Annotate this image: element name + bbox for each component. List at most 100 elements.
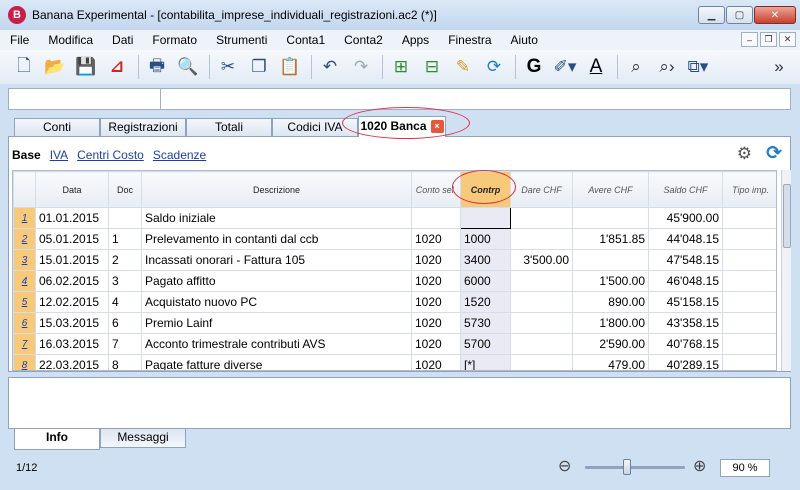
open-icon[interactable]: 📂 bbox=[41, 53, 69, 81]
menu-apps[interactable]: Apps bbox=[402, 33, 429, 47]
zoom-slider[interactable] bbox=[585, 459, 685, 475]
cell-contrp[interactable]: 3400 bbox=[460, 249, 511, 271]
mdi-close-button[interactable]: ✕ bbox=[779, 32, 796, 47]
column-header-avere[interactable]: Avere CHF bbox=[572, 171, 649, 208]
print-icon[interactable]: 🖶 bbox=[143, 53, 171, 81]
cell-contrp[interactable]: 5730 bbox=[460, 312, 511, 334]
table-row[interactable]: 5 12.02.2015 4 Acquistato nuovo PC 1020 … bbox=[13, 291, 776, 313]
subtab-scadenze[interactable]: Scadenze bbox=[153, 148, 206, 162]
cell-conto[interactable]: 1020 bbox=[411, 228, 461, 250]
cell-conto[interactable] bbox=[411, 207, 461, 229]
cell-contrp[interactable]: [*] bbox=[460, 354, 511, 370]
cell-saldo[interactable]: 46'048.15 bbox=[648, 270, 723, 292]
cell-date[interactable]: 15.03.2015 bbox=[35, 312, 109, 334]
cell-saldo[interactable]: 44'048.15 bbox=[648, 228, 723, 250]
toolbar-overflow-icon[interactable]: » bbox=[765, 53, 793, 81]
table-scrollbar[interactable] bbox=[781, 170, 791, 371]
cell-dare[interactable] bbox=[510, 207, 573, 229]
recheck-icon[interactable]: ⟳ bbox=[480, 53, 508, 81]
subtab-centri-costo[interactable]: Centri Costo bbox=[77, 148, 144, 162]
cell-date[interactable]: 01.01.2015 bbox=[35, 207, 109, 229]
add-row-icon[interactable]: ⊞ bbox=[387, 53, 415, 81]
highlight-icon[interactable]: ✐▾ bbox=[551, 53, 579, 81]
cell-contrp[interactable]: 1000 bbox=[460, 228, 511, 250]
cell-date[interactable]: 22.03.2015 bbox=[35, 354, 109, 370]
column-header-data[interactable]: Data bbox=[35, 171, 109, 208]
cell-dare[interactable] bbox=[510, 333, 573, 355]
subtab-base[interactable]: Base bbox=[12, 148, 41, 162]
row-number[interactable]: 1 bbox=[13, 207, 36, 229]
menu-aiuto[interactable]: Aiuto bbox=[511, 33, 538, 47]
maximize-button[interactable]: ▢ bbox=[726, 6, 753, 24]
cell-conto[interactable]: 1020 bbox=[411, 291, 461, 313]
refresh-icon[interactable]: ⟳ bbox=[766, 142, 782, 165]
redo-icon[interactable]: ↷ bbox=[347, 53, 375, 81]
cell-conto[interactable]: 1020 bbox=[411, 354, 461, 370]
table-row[interactable]: 1 01.01.2015 Saldo iniziale 45'900.00 bbox=[13, 207, 776, 229]
cell-contrp[interactable]: 6000 bbox=[460, 270, 511, 292]
cell-date[interactable]: 15.01.2015 bbox=[35, 249, 109, 271]
cell-dare[interactable]: 3'500.00 bbox=[510, 249, 573, 271]
table-row[interactable]: 4 06.02.2015 3 Pagato affitto 1020 6000 … bbox=[13, 270, 776, 292]
cell-doc[interactable]: 4 bbox=[108, 291, 142, 313]
column-header-saldo[interactable]: Saldo CHF bbox=[648, 171, 723, 208]
gear-icon[interactable]: ⚙ bbox=[737, 144, 752, 164]
preview-icon[interactable]: 🔍 bbox=[174, 53, 202, 81]
minimize-button[interactable]: ▁ bbox=[698, 6, 725, 24]
cell-doc[interactable]: 8 bbox=[108, 354, 142, 370]
row-number[interactable]: 4 bbox=[13, 270, 36, 292]
cell-conto[interactable]: 1020 bbox=[411, 333, 461, 355]
row-number[interactable]: 6 bbox=[13, 312, 36, 334]
cell-doc[interactable] bbox=[108, 207, 142, 229]
cell-tipo[interactable] bbox=[722, 228, 776, 250]
font-color-icon[interactable]: A bbox=[582, 53, 610, 81]
table-row[interactable]: 6 15.03.2015 6 Premio Lainf 1020 5730 1'… bbox=[13, 312, 776, 334]
zoom-slider-thumb[interactable] bbox=[623, 459, 631, 475]
cell-tipo[interactable] bbox=[722, 207, 776, 229]
cell-contrp[interactable]: 1520 bbox=[460, 291, 511, 313]
cell-date[interactable]: 06.02.2015 bbox=[35, 270, 109, 292]
pdf-icon[interactable]: ⊿ bbox=[103, 53, 131, 81]
zoom-in-icon[interactable]: ⊕ bbox=[693, 456, 706, 476]
cell-description[interactable]: Pagate fatture diverse bbox=[141, 354, 412, 370]
find-next-icon[interactable]: ⌕› bbox=[653, 53, 681, 81]
cell-conto[interactable]: 1020 bbox=[411, 270, 461, 292]
menu-dati[interactable]: Dati bbox=[112, 33, 133, 47]
menu-modifica[interactable]: Modifica bbox=[48, 33, 93, 47]
cell-avere[interactable] bbox=[572, 207, 649, 229]
table-row[interactable]: 8 22.03.2015 8 Pagate fatture diverse 10… bbox=[13, 354, 776, 370]
menu-finestra[interactable]: Finestra bbox=[448, 33, 491, 47]
cell-doc[interactable]: 6 bbox=[108, 312, 142, 334]
cell-avere[interactable]: 1'500.00 bbox=[572, 270, 649, 292]
cell-avere[interactable]: 1'851.85 bbox=[572, 228, 649, 250]
cell-saldo[interactable]: 45'158.15 bbox=[648, 291, 723, 313]
row-number[interactable]: 8 bbox=[13, 354, 36, 370]
menu-strumenti[interactable]: Strumenti bbox=[216, 33, 267, 47]
cell-date[interactable]: 12.02.2015 bbox=[35, 291, 109, 313]
cell-description[interactable]: Acquistato nuovo PC bbox=[141, 291, 412, 313]
close-window-button[interactable]: ✕ bbox=[754, 6, 796, 24]
row-number[interactable]: 5 bbox=[13, 291, 36, 313]
row-number[interactable]: 7 bbox=[13, 333, 36, 355]
bold-icon[interactable]: G bbox=[520, 53, 548, 81]
cell-doc[interactable]: 1 bbox=[108, 228, 142, 250]
cell-tipo[interactable] bbox=[722, 354, 776, 370]
copy-icon[interactable]: ❐ bbox=[245, 53, 273, 81]
cell-tipo[interactable] bbox=[722, 270, 776, 292]
table-row[interactable]: 3 15.01.2015 2 Incassati onorari - Fattu… bbox=[13, 249, 776, 271]
mdi-restore-button[interactable]: ❐ bbox=[760, 32, 777, 47]
cell-dare[interactable] bbox=[510, 270, 573, 292]
cell-dare[interactable] bbox=[510, 354, 573, 370]
menu-conta2[interactable]: Conta2 bbox=[344, 33, 383, 47]
zoom-out-icon[interactable]: ⊖ bbox=[558, 456, 571, 476]
save-icon[interactable]: 💾 bbox=[72, 53, 100, 81]
menu-conta1[interactable]: Conta1 bbox=[286, 33, 325, 47]
mdi-minimize-button[interactable]: – bbox=[741, 32, 758, 47]
cell-avere[interactable] bbox=[572, 249, 649, 271]
cell-dare[interactable] bbox=[510, 228, 573, 250]
column-header-tipo-imp[interactable]: Tipo imp. bbox=[722, 171, 776, 208]
cell-conto[interactable]: 1020 bbox=[411, 312, 461, 334]
tab-registrazioni[interactable]: Registrazioni bbox=[100, 118, 186, 136]
cell-description[interactable]: Saldo iniziale bbox=[141, 207, 412, 229]
delete-row-icon[interactable]: ⊟ bbox=[418, 53, 446, 81]
